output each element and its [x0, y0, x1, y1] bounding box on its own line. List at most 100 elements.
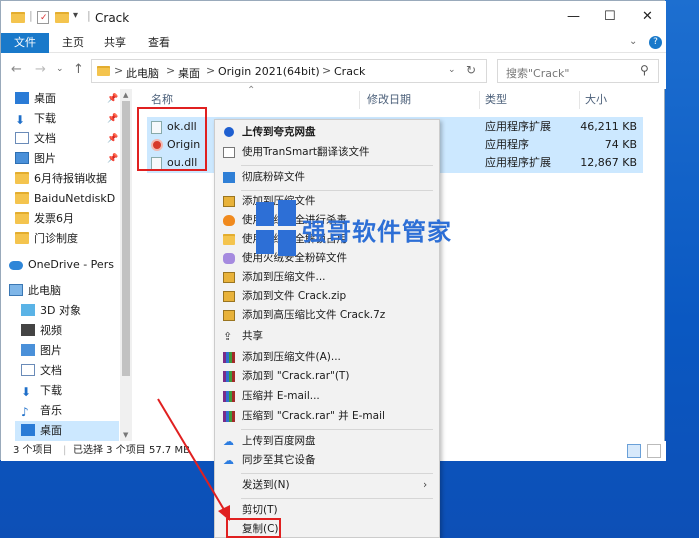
- pin-icon[interactable]: 📌: [107, 94, 118, 104]
- tab-share[interactable]: 共享: [95, 33, 135, 53]
- menu-item-sync-devices[interactable]: ☁ 同步至其它设备: [215, 451, 439, 470]
- 7z-icon: [223, 310, 235, 321]
- status-divider: |: [63, 445, 67, 456]
- large-icons-view-icon[interactable]: [647, 444, 661, 458]
- menu-item-transmart[interactable]: 使用TranSmart翻译该文件: [215, 143, 439, 162]
- scroll-up-icon[interactable]: ▲: [123, 91, 128, 99]
- menu-item-winrar-add[interactable]: 添加到压缩文件(A)...: [215, 348, 439, 367]
- tab-home[interactable]: 主页: [53, 33, 93, 53]
- file-size: 12,867 KB: [580, 156, 637, 169]
- status-selected: 已选择 3 个项目: [73, 445, 146, 456]
- breadcrumb-this-pc[interactable]: 此电脑: [126, 65, 159, 81]
- pin-icon[interactable]: 📌: [107, 134, 118, 144]
- new-folder-icon[interactable]: [55, 12, 69, 23]
- file-type: 应用程序扩展: [485, 156, 551, 169]
- pin-icon[interactable]: 📌: [107, 114, 118, 124]
- refresh-icon[interactable]: ↻: [466, 63, 476, 77]
- menu-item-upload-baidu[interactable]: ☁ 上传到百度网盘: [215, 432, 439, 451]
- menu-item-upload-quark[interactable]: 上传到夸克网盘: [215, 123, 439, 142]
- nav-item-music[interactable]: ♪ 音乐: [21, 401, 125, 421]
- nav-item-folder-4[interactable]: 门诊制度: [15, 229, 119, 249]
- menu-item-compress-crack-email[interactable]: 压缩到 "Crack.rar" 并 E-mail: [215, 407, 439, 426]
- nav-item-pc-desktop[interactable]: 桌面: [15, 421, 119, 441]
- nav-item-this-pc[interactable]: 此电脑: [9, 281, 113, 301]
- column-divider[interactable]: [479, 91, 480, 109]
- menu-item-huorong-shred[interactable]: 使用火绒安全粉碎文件: [215, 249, 439, 268]
- search-input[interactable]: 搜索"Crack": [506, 65, 569, 81]
- nav-label: BaiduNetdiskD: [34, 192, 116, 205]
- ribbon-expand-icon[interactable]: ⌄: [629, 36, 637, 47]
- nav-scrollbar-thumb[interactable]: [122, 101, 130, 376]
- quick-access-toolbar-dropdown-icon[interactable]: ▾: [73, 10, 78, 21]
- menu-item-send-to[interactable]: 发送到(N) ›: [215, 476, 439, 495]
- nav-item-pc-pictures[interactable]: 图片: [21, 341, 125, 361]
- column-header-size[interactable]: 大小: [585, 89, 607, 111]
- maximize-icon[interactable]: ☐: [604, 9, 616, 24]
- cube-icon: [21, 304, 35, 316]
- menu-item-add-archive[interactable]: 添加到压缩文件: [215, 192, 439, 211]
- breadcrumb-crack[interactable]: Crack: [334, 65, 365, 78]
- scroll-down-icon[interactable]: ▼: [123, 431, 128, 439]
- tab-file[interactable]: 文件: [1, 33, 49, 53]
- nav-item-pc-documents[interactable]: 文档: [21, 361, 125, 381]
- menu-item-add-archive-dots[interactable]: 添加到压缩文件...: [215, 268, 439, 287]
- menu-item-label: 添加到 "Crack.rar"(T): [242, 370, 350, 382]
- breadcrumb-origin[interactable]: Origin 2021(64bit): [218, 65, 320, 78]
- details-view-icon[interactable]: [627, 444, 641, 458]
- search-box[interactable]: 搜索"Crack" ⚲: [497, 59, 659, 83]
- nav-item-onedrive[interactable]: OneDrive - Pers: [9, 255, 119, 275]
- submenu-arrow-icon: ›: [423, 479, 428, 491]
- forward-icon[interactable]: →: [35, 62, 46, 77]
- context-menu: 上传到夸克网盘 使用TranSmart翻译该文件 彻底粉碎文件 添加到压缩文件 …: [214, 119, 440, 538]
- address-bar[interactable]: > 此电脑 > 桌面 > Origin 2021(64bit) > Crack …: [91, 59, 487, 83]
- nav-item-folder-1[interactable]: 6月待报销收据: [15, 169, 119, 189]
- address-dropdown-icon[interactable]: ⌄: [448, 65, 456, 75]
- column-header-type[interactable]: 类型: [485, 89, 507, 111]
- search-icon[interactable]: ⚲: [640, 63, 649, 77]
- menu-item-shred[interactable]: 彻底粉碎文件: [215, 168, 439, 187]
- menu-item-add-zip[interactable]: 添加到文件 Crack.zip: [215, 287, 439, 306]
- pin-icon[interactable]: 📌: [107, 154, 118, 164]
- recent-locations-icon[interactable]: ⌄: [56, 64, 64, 74]
- nav-item-desktop[interactable]: 桌面: [15, 89, 119, 109]
- breadcrumb-desktop[interactable]: 桌面: [178, 65, 200, 81]
- close-icon[interactable]: ✕: [642, 9, 653, 24]
- desktop-icon: [21, 424, 35, 436]
- breadcrumb-separator: >: [322, 64, 332, 77]
- documents-icon: [21, 364, 35, 376]
- highlight-box-files: [137, 107, 207, 171]
- nav-item-folder-2[interactable]: BaiduNetdiskD: [15, 189, 119, 209]
- nav-label: 图片: [34, 152, 56, 165]
- nav-item-documents[interactable]: 文档: [15, 129, 119, 149]
- breadcrumb-separator: >: [166, 64, 176, 77]
- nav-item-3d-objects[interactable]: 3D 对象: [21, 301, 125, 321]
- nav-label: 3D 对象: [40, 304, 81, 317]
- properties-icon[interactable]: ✓: [37, 11, 49, 24]
- back-icon[interactable]: ←: [11, 62, 22, 77]
- nav-item-folder-3[interactable]: 发票6月: [15, 209, 119, 229]
- quark-icon: [224, 127, 234, 137]
- menu-item-share[interactable]: ⇪ 共享: [215, 327, 439, 346]
- nav-item-videos[interactable]: 视频: [21, 321, 125, 341]
- column-header-date[interactable]: 修改日期: [367, 89, 411, 111]
- menu-item-add-7z[interactable]: 添加到高压缩比文件 Crack.7z: [215, 306, 439, 325]
- up-icon[interactable]: ↑: [73, 62, 84, 77]
- nav-item-pictures[interactable]: 图片: [15, 149, 119, 169]
- minimize-icon[interactable]: —: [567, 9, 580, 24]
- help-icon[interactable]: ?: [649, 36, 662, 49]
- file-size: 46,211 KB: [580, 120, 637, 133]
- menu-divider: [241, 190, 433, 191]
- menu-item-winrar-add-crack[interactable]: 添加到 "Crack.rar"(T): [215, 367, 439, 386]
- menu-item-label: 上传到夸克网盘: [242, 126, 316, 138]
- tab-view[interactable]: 查看: [139, 33, 179, 53]
- nav-item-downloads[interactable]: ⬇ 下载: [15, 109, 119, 129]
- column-divider[interactable]: [359, 91, 360, 109]
- huorong-shred-icon: [223, 253, 235, 264]
- nav-item-pc-downloads[interactable]: ⬇ 下载: [21, 381, 125, 401]
- status-item-count: 3 个项目: [13, 445, 53, 456]
- menu-divider: [241, 498, 433, 499]
- column-divider[interactable]: [579, 91, 580, 109]
- watermark-logo-icon: [256, 200, 296, 256]
- menu-item-compress-email[interactable]: 压缩并 E-mail...: [215, 387, 439, 406]
- translate-icon: [223, 147, 235, 158]
